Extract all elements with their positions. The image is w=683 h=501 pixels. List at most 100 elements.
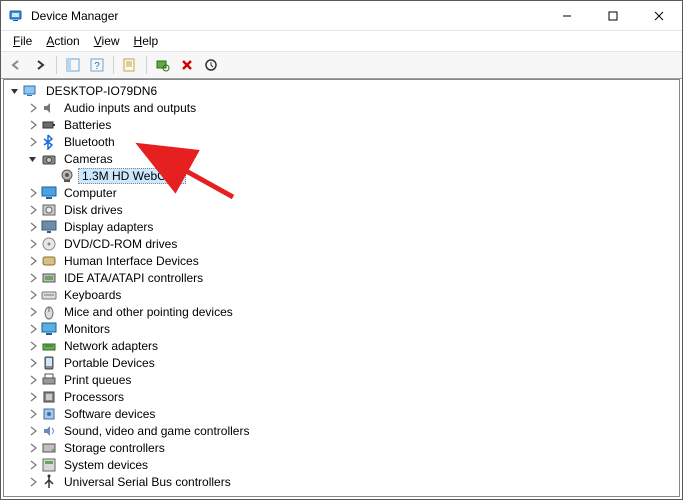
audio-icon (41, 100, 57, 116)
battery-icon (41, 117, 57, 133)
chevron-right-icon[interactable] (26, 254, 40, 268)
menu-view[interactable]: View (88, 32, 126, 50)
chevron-right-icon[interactable] (26, 322, 40, 336)
tree-item[interactable]: Disk drives (4, 201, 679, 218)
maximize-button[interactable] (590, 1, 636, 30)
sound-icon (41, 423, 57, 439)
tree-item[interactable]: DESKTOP-IO79DN6 (4, 82, 679, 99)
tree-item[interactable]: Mice and other pointing devices (4, 303, 679, 320)
chevron-right-icon[interactable] (26, 101, 40, 115)
software-icon (41, 406, 57, 422)
tree-item-label: IDE ATA/ATAPI controllers (60, 270, 207, 286)
chevron-right-icon[interactable] (26, 220, 40, 234)
show-hide-tree-button[interactable] (62, 54, 84, 76)
chevron-right-icon[interactable] (26, 203, 40, 217)
ide-icon (41, 270, 57, 286)
tree-item[interactable]: IDE ATA/ATAPI controllers (4, 269, 679, 286)
webcam-icon (59, 168, 75, 184)
tree-item[interactable]: Portable Devices (4, 354, 679, 371)
chevron-right-icon[interactable] (26, 305, 40, 319)
tree-item[interactable]: 1.3M HD WebCam (4, 167, 679, 184)
tree-item[interactable]: Audio inputs and outputs (4, 99, 679, 116)
cpu-icon (41, 389, 57, 405)
tree-item[interactable]: Batteries (4, 116, 679, 133)
disk-icon (41, 202, 57, 218)
chevron-right-icon[interactable] (26, 339, 40, 353)
dvd-icon (41, 236, 57, 252)
chevron-right-icon[interactable] (26, 288, 40, 302)
tree-item[interactable]: DVD/CD-ROM drives (4, 235, 679, 252)
tree-item[interactable]: Processors (4, 388, 679, 405)
minimize-button[interactable] (544, 1, 590, 30)
uninstall-button[interactable] (176, 54, 198, 76)
tree-item-label: Processors (60, 389, 128, 405)
keyboard-icon (41, 287, 57, 303)
back-button[interactable] (5, 54, 27, 76)
chevron-down-icon[interactable] (26, 152, 40, 166)
chevron-right-icon[interactable] (26, 271, 40, 285)
properties-button[interactable] (119, 54, 141, 76)
tree-item-label: Bluetooth (60, 134, 119, 150)
chevron-down-icon[interactable] (8, 84, 22, 98)
tree-item-label: Disk drives (60, 202, 127, 218)
chevron-right-icon[interactable] (26, 135, 40, 149)
usb-icon (41, 474, 57, 490)
tree-item-label: Print queues (60, 372, 135, 388)
tree-item[interactable]: Computer (4, 184, 679, 201)
menu-help-label: elp (142, 34, 158, 48)
tree-item[interactable]: Monitors (4, 320, 679, 337)
tree-item[interactable]: Storage controllers (4, 439, 679, 456)
monitor2-icon (41, 321, 57, 337)
chevron-right-icon[interactable] (26, 407, 40, 421)
tree-item[interactable]: Universal Serial Bus controllers (4, 473, 679, 490)
tree-item[interactable]: Software devices (4, 405, 679, 422)
portable-icon (41, 355, 57, 371)
bluetooth-icon (41, 134, 57, 150)
menu-help[interactable]: Help (128, 32, 165, 50)
tree-item-label: Storage controllers (60, 440, 169, 456)
menu-file[interactable]: File (7, 32, 38, 50)
tree-item-label: Mice and other pointing devices (60, 304, 237, 320)
device-tree-pane[interactable]: DESKTOP-IO79DN6Audio inputs and outputsB… (3, 79, 680, 497)
chevron-right-icon[interactable] (26, 441, 40, 455)
tree-item[interactable]: Print queues (4, 371, 679, 388)
chevron-right-icon[interactable] (26, 458, 40, 472)
scan-button[interactable] (152, 54, 174, 76)
tree-item-label: System devices (60, 457, 152, 473)
update-driver-button[interactable] (200, 54, 222, 76)
svg-text:?: ? (94, 61, 100, 72)
computer-root-icon (23, 83, 39, 99)
chevron-right-icon[interactable] (26, 475, 40, 489)
chevron-right-icon[interactable] (26, 118, 40, 132)
chevron-right-icon[interactable] (26, 424, 40, 438)
forward-button[interactable] (29, 54, 51, 76)
tree-item[interactable]: Human Interface Devices (4, 252, 679, 269)
tree-item-label: DVD/CD-ROM drives (60, 236, 181, 252)
menu-file-label: ile (20, 34, 32, 48)
display-icon (41, 219, 57, 235)
tree-item-label: Sound, video and game controllers (60, 423, 253, 439)
tree-item-label: Cameras (60, 151, 117, 167)
chevron-right-icon[interactable] (26, 237, 40, 251)
close-button[interactable] (636, 1, 682, 30)
tree-item[interactable]: System devices (4, 456, 679, 473)
tree-item[interactable]: Keyboards (4, 286, 679, 303)
chevron-right-icon[interactable] (26, 390, 40, 404)
chevron-right-icon[interactable] (26, 186, 40, 200)
tree-item[interactable]: Sound, video and game controllers (4, 422, 679, 439)
chevron-right-icon[interactable] (26, 356, 40, 370)
chevron-placeholder (44, 169, 58, 183)
tree-item[interactable]: Cameras (4, 150, 679, 167)
chevron-right-icon[interactable] (26, 373, 40, 387)
menubar: File Action View Help (1, 31, 682, 51)
tree-item[interactable]: Network adapters (4, 337, 679, 354)
window-title: Device Manager (31, 9, 118, 23)
help-button[interactable]: ? (86, 54, 108, 76)
tree-item[interactable]: Display adapters (4, 218, 679, 235)
camera-icon (41, 151, 57, 167)
device-tree: DESKTOP-IO79DN6Audio inputs and outputsB… (4, 80, 679, 496)
menu-action[interactable]: Action (40, 32, 85, 50)
tree-item-label: Human Interface Devices (60, 253, 203, 269)
tree-item[interactable]: Bluetooth (4, 133, 679, 150)
window-controls (544, 1, 682, 30)
